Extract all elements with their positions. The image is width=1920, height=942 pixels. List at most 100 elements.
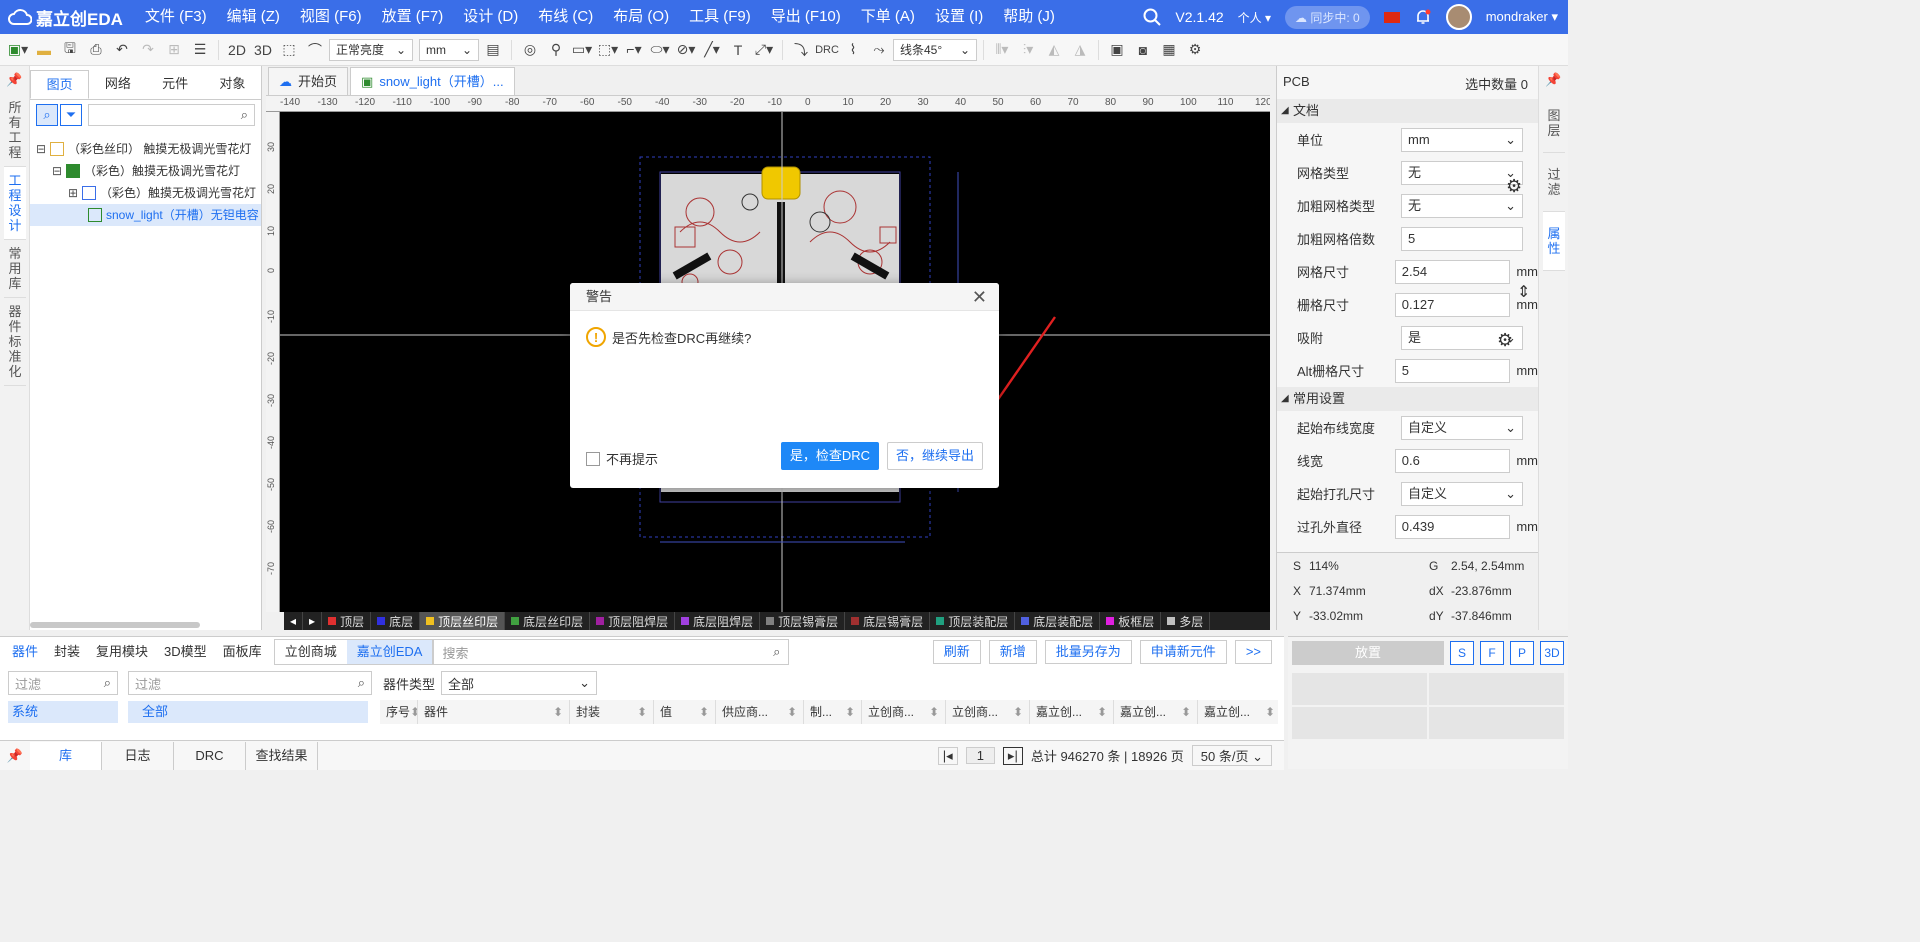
menu-item-6[interactable]: 布局 (O) (603, 0, 679, 34)
library-search-input[interactable]: 搜索 ⌕ (433, 639, 790, 665)
tree-item[interactable]: ⊟ （彩色）触摸无极调光雪花灯 (30, 160, 261, 182)
left-search-input[interactable]: ⌕ (88, 104, 255, 126)
via-button[interactable]: ◎ (518, 38, 542, 62)
close-icon[interactable]: ✕ (972, 283, 987, 311)
settings-button[interactable]: ⚙ (1183, 38, 1207, 62)
unit-select[interactable]: mm ⌄ (419, 38, 479, 61)
expand-icon[interactable]: ⊟ (52, 160, 66, 182)
search-mode-button[interactable]: ⌕ (36, 104, 58, 126)
layer-item[interactable]: 底层锡膏层 (845, 612, 931, 630)
drc-button[interactable]: DRC (815, 38, 839, 62)
library-action-button[interactable]: 批量另存为 (1044, 640, 1132, 664)
library-action-button[interactable]: 新增 (988, 640, 1037, 664)
column-header[interactable]: 器件 ⬍ (418, 700, 570, 724)
category-filter-input[interactable]: 过滤 ⌕ (8, 671, 118, 695)
camera-button[interactable]: ◙ (1131, 38, 1155, 62)
measure-button[interactable]: ▤ (481, 38, 505, 62)
column-header[interactable]: 嘉立创... ⬍ (1030, 700, 1114, 724)
menu-item-3[interactable]: 放置 (F7) (372, 0, 454, 34)
property-select[interactable]: mm ⌄ (1401, 127, 1523, 152)
rail-tab-3[interactable]: 器件标准化 (4, 298, 26, 386)
place-mode-button[interactable]: 3D (1540, 641, 1564, 665)
new-file-button[interactable]: ▣ ▾ (6, 38, 30, 62)
diff-pair-button[interactable]: ⤳ (867, 38, 891, 62)
expand-icon[interactable]: ⊟ (36, 138, 50, 160)
filter-button[interactable]: ⏷ (60, 104, 82, 126)
rail-tab-2[interactable]: 常用库 (4, 240, 26, 298)
grid-settings-icon[interactable]: ⚙ (1506, 176, 1522, 197)
library-tab-1[interactable]: 封装 (46, 639, 88, 665)
left-tab-2[interactable]: 元件 (147, 70, 204, 99)
align-button[interactable]: ⫴▾ (990, 38, 1014, 62)
layer-item[interactable]: 顶层装配层 (930, 612, 1016, 630)
bell-icon[interactable] (1414, 8, 1432, 26)
menu-item-5[interactable]: 布线 (C) (528, 0, 603, 34)
property-input[interactable]: 5 (1394, 358, 1511, 383)
layer-item[interactable]: 底层 (371, 612, 421, 630)
redo-button[interactable]: ↷ (136, 38, 160, 62)
first-page-button[interactable]: |◂ (937, 746, 958, 765)
no-entry-button[interactable]: ⊘▾ (674, 38, 698, 62)
route-angle-select[interactable]: 线条45° ⌄ (893, 38, 977, 61)
tree-item[interactable]: ⊟ （彩色丝印） 触摸无极调光雪花灯 (30, 138, 261, 160)
sync-button[interactable]: ☁ 同步中: 0 (1285, 5, 1370, 29)
category-type-select[interactable]: 全部 ⌄ (441, 671, 598, 695)
category-all-item[interactable]: 全部 (128, 701, 368, 723)
place-button[interactable]: 放置 (1292, 641, 1444, 665)
library-system-item[interactable]: 系统 (8, 701, 118, 723)
layer-item[interactable]: 顶层阻焊层 (590, 612, 676, 630)
layer-item[interactable]: 底层阻焊层 (675, 612, 761, 630)
check-drc-button[interactable]: 是，检查DRC (781, 442, 879, 470)
open-folder-button[interactable]: ▬ (32, 38, 56, 62)
tree-item[interactable]: ⊞ （彩色）触摸无极调光雪花灯 (30, 182, 261, 204)
source-tab-jlceda[interactable]: 嘉立创EDA (346, 640, 433, 664)
last-page-button[interactable]: ▸| (1002, 746, 1023, 765)
save-as-button[interactable]: ⎙ (84, 38, 108, 62)
property-input[interactable]: 2.54 (1394, 259, 1511, 284)
column-header[interactable]: 值 ⬍ (654, 700, 716, 724)
layer-item[interactable]: 顶层 (322, 612, 372, 630)
region-button[interactable]: ⬚▾ (596, 38, 620, 62)
app-logo[interactable]: 嘉立创EDA (0, 5, 135, 30)
layer-item[interactable]: 板框层 (1100, 612, 1162, 630)
section-common[interactable]: ◢ 常用设置 (1277, 387, 1538, 411)
menu-item-2[interactable]: 视图 (F6) (290, 0, 372, 34)
property-input[interactable]: 0.439 (1394, 514, 1511, 539)
text-button[interactable]: T (726, 38, 750, 62)
undo-button[interactable]: ↶ (110, 38, 134, 62)
menu-item-9[interactable]: 下单 (A) (851, 0, 925, 34)
flip-button[interactable]: ◭ (1042, 38, 1066, 62)
menu-item-0[interactable]: 文件 (F3) (135, 0, 217, 34)
tab-start-page[interactable]: ☁ 开始页 (268, 67, 349, 95)
property-input[interactable]: 0.127 (1394, 292, 1511, 317)
pin-icon[interactable]: 📌 (1539, 66, 1568, 94)
view-2d-button[interactable]: 2D (225, 38, 249, 62)
pin-icon[interactable]: 📌 (0, 66, 29, 94)
library-action-button[interactable]: 申请新元件 (1139, 640, 1227, 664)
column-header[interactable]: 封装 ⬍ (570, 700, 654, 724)
lock-ratio-icon[interactable]: ⇕ (1517, 282, 1530, 302)
section-document[interactable]: ◢ 文档 (1277, 99, 1538, 123)
continue-export-button[interactable]: 否，继续导出 (887, 442, 983, 470)
left-tab-0[interactable]: 图页 (30, 70, 90, 99)
left-tab-3[interactable]: 对象 (204, 70, 261, 99)
save-button[interactable]: 🖫 (58, 38, 82, 62)
layer-item[interactable]: 顶层丝印层 (420, 612, 506, 630)
zoom-area-button[interactable]: ⬚ (277, 38, 301, 62)
library-action-button[interactable]: 刷新 (932, 640, 981, 664)
property-select[interactable]: 无 ⌄ (1401, 160, 1523, 185)
layer-item[interactable]: 底层装配层 (1015, 612, 1101, 630)
brightness-icon-button[interactable]: ⌒ (303, 38, 327, 62)
bottom-tab-3[interactable]: 查找结果 (246, 741, 318, 770)
layer-item[interactable]: 顶层锡膏层 (760, 612, 846, 630)
layer-next-button[interactable]: ▸ (303, 612, 323, 630)
gerber-button[interactable]: ▣ (1105, 38, 1129, 62)
right-rail-tab-1[interactable]: 过滤 (1543, 153, 1565, 212)
polygon-button[interactable]: ⌐▾ (622, 38, 646, 62)
line-button[interactable]: ╱▾ (700, 38, 724, 62)
menu-item-1[interactable]: 编辑 (Z) (217, 0, 290, 34)
place-mode-button[interactable]: S (1450, 641, 1474, 665)
pin-icon[interactable]: 📌 (0, 748, 30, 764)
bom-button[interactable]: ▦ (1157, 38, 1181, 62)
dont-show-again-checkbox[interactable] (586, 451, 600, 466)
